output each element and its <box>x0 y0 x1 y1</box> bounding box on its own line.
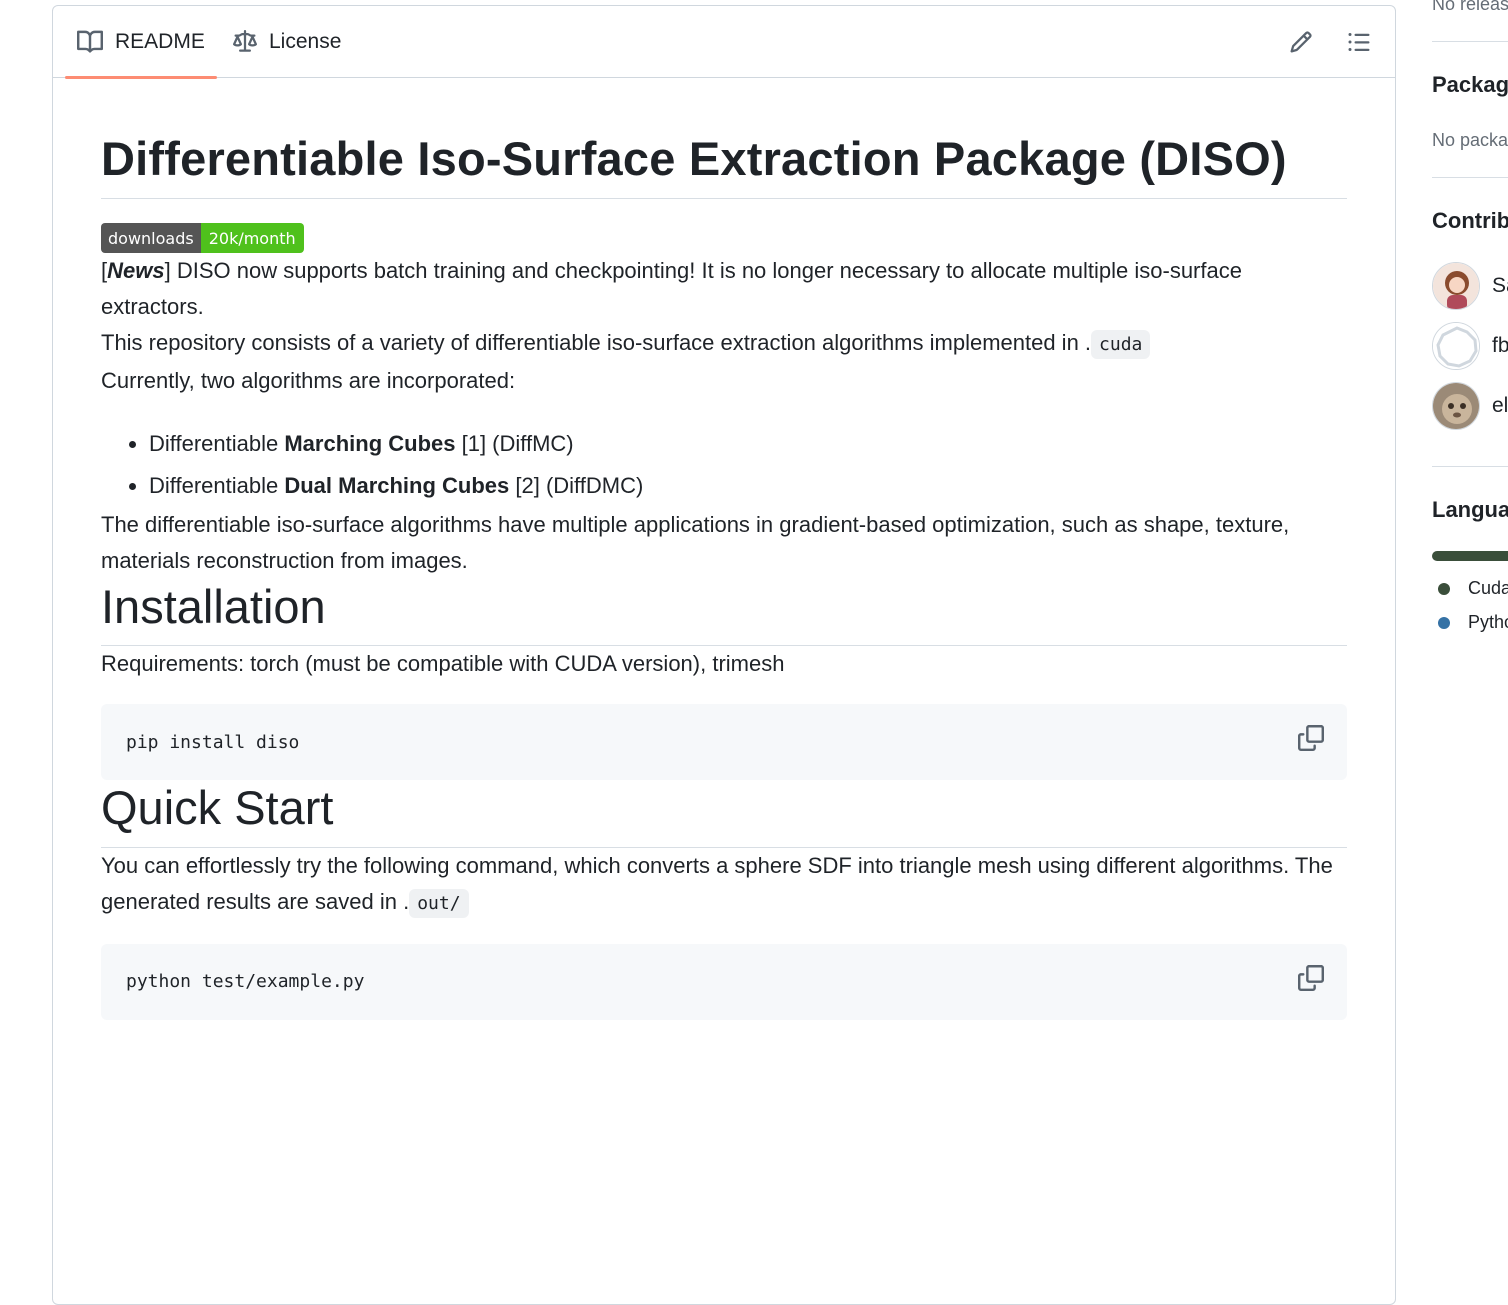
algo-suffix: [2] (DiffDMC) <box>509 473 644 499</box>
sidebar-divider <box>1432 466 1508 467</box>
quickstart-sentence: You can effortlessly try the following c… <box>101 852 1333 914</box>
tab-license[interactable]: License <box>233 6 341 78</box>
algo-prefix: Differentiable <box>149 473 285 499</box>
copy-icon <box>1298 964 1324 991</box>
quickstart-codeblock: python test/example.py <box>101 943 1347 1020</box>
quickstart-command: python test/example.py <box>126 971 365 993</box>
language-bar <box>1432 551 1508 561</box>
languages-heading: Languages <box>1432 497 1508 522</box>
algo-name: Marching Cubes <box>284 431 456 457</box>
algorithms-intro: Currently, two algorithms are incorporat… <box>101 368 516 394</box>
contributors-heading[interactable]: Contributors <box>1432 208 1508 234</box>
sidebar-divider <box>1432 177 1508 178</box>
algorithms-list: Differentiable Marching Cubes [1] (DiffM… <box>101 423 1347 507</box>
contributor-item[interactable]: eliphatfs <box>1432 382 1508 430</box>
repo-description: This repository consists of a variety of… <box>101 325 1347 363</box>
avatar <box>1432 322 1480 370</box>
contributor-name: fbxiang <box>1492 334 1508 357</box>
edit-readme-button[interactable] <box>1287 28 1315 56</box>
copy-icon <box>1298 725 1324 752</box>
sidebar-divider <box>1432 41 1508 42</box>
pencil-icon <box>1290 31 1312 53</box>
applications-paragraph: The differentiable iso-surface algorithm… <box>101 512 1290 574</box>
repo-inline-code: cuda <box>1091 330 1151 360</box>
badge-label: downloads <box>101 223 201 254</box>
releases-empty-text: No releases <box>1432 0 1508 14</box>
contributor-item[interactable]: SarahWeiii <box>1432 262 1508 310</box>
algo-name: Dual Marching Cubes <box>284 473 510 499</box>
algo-suffix: [1] (DiffMC) <box>455 431 574 457</box>
contributor-name: eliphatfs <box>1492 394 1508 417</box>
quickstart-heading: Quick Start <box>101 780 1347 848</box>
copy-quickstart-button[interactable] <box>1297 964 1325 992</box>
algo-prefix: Differentiable <box>149 431 285 457</box>
quickstart-inline-code: out/ <box>409 888 469 918</box>
list-item: Differentiable Marching Cubes [1] (DiffM… <box>149 423 1347 465</box>
copy-install-button[interactable] <box>1297 724 1325 752</box>
readme-tabbar: README License <box>53 6 1395 79</box>
readme-article: Differentiable Iso-Surface Extraction Pa… <box>101 78 1347 1020</box>
contributor-item[interactable]: fbxiang <box>1432 322 1508 370</box>
language-color-dot <box>1438 616 1450 629</box>
avatar <box>1432 262 1480 310</box>
tab-license-label: License <box>269 30 342 53</box>
install-codeblock: pip install diso <box>101 704 1347 781</box>
book-icon <box>77 30 103 53</box>
language-color-dot <box>1438 582 1450 595</box>
readme-title: Differentiable Iso-Surface Extraction Pa… <box>101 78 1347 200</box>
law-icon <box>233 30 257 52</box>
news-paragraph: [News] DISO now supports batch training … <box>101 253 1347 325</box>
quickstart-text: You can effortlessly try the following c… <box>101 848 1347 922</box>
packages-empty-text: No packages <box>1432 130 1508 150</box>
repo-sidebar: No releases Packages No packages Contrib… <box>1432 0 1508 1257</box>
tab-readme-label: README <box>115 30 205 53</box>
install-command: pip install diso <box>126 731 300 753</box>
badge-value: 20k/month <box>200 223 304 254</box>
avatar <box>1432 382 1480 430</box>
outline-toggle-button[interactable] <box>1345 28 1373 56</box>
list-item: Differentiable Dual Marching Cubes [2] (… <box>149 465 1347 507</box>
news-tag: News <box>107 258 165 284</box>
installation-heading: Installation <box>101 579 1347 647</box>
contributor-name: SarahWeiii <box>1492 274 1508 297</box>
language-item-cuda[interactable]: Cuda <box>1438 578 1508 599</box>
news-text: DISO now supports batch training and che… <box>101 258 1242 320</box>
language-name: Cuda <box>1468 578 1508 598</box>
language-item-python[interactable]: Python <box>1438 612 1508 633</box>
list-unordered-icon <box>1348 33 1370 51</box>
packages-heading[interactable]: Packages <box>1432 72 1508 98</box>
repo-text: This repository consists of a variety of… <box>101 330 1092 356</box>
tab-readme[interactable]: README <box>65 6 217 79</box>
language-name: Python <box>1468 612 1508 632</box>
requirements-text: Requirements: torch (must be compatible … <box>101 651 785 677</box>
downloads-badge[interactable]: downloads 20k/month <box>101 223 304 254</box>
readme-panel: README License Differentiable Iso-Surfac… <box>52 5 1396 1305</box>
